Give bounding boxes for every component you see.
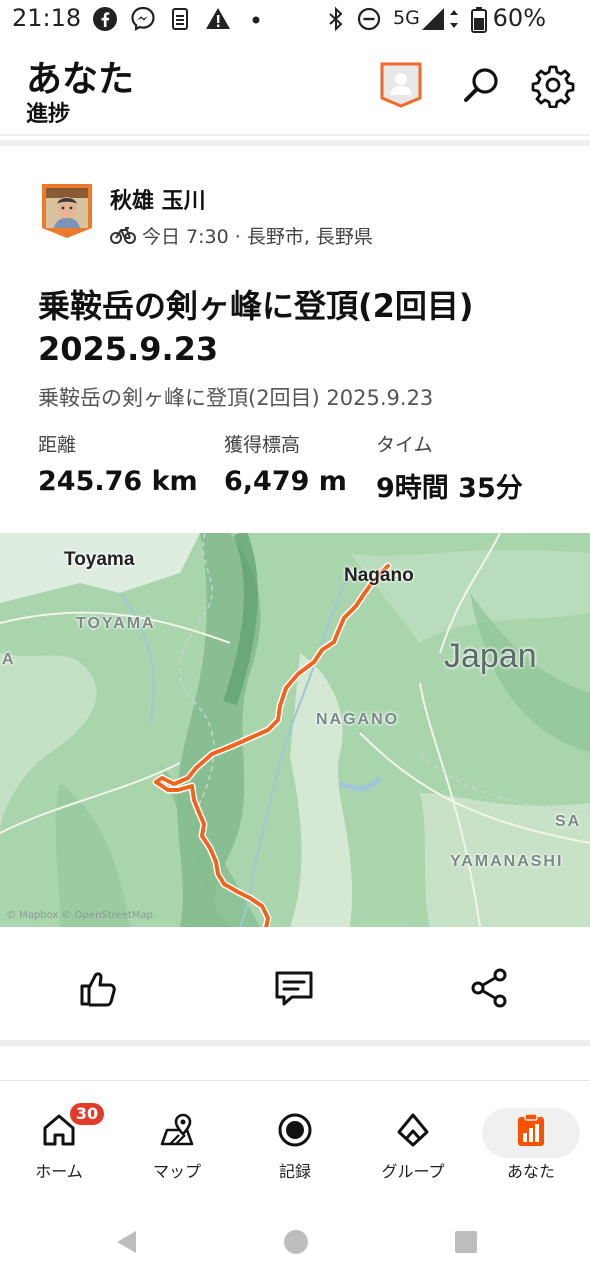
stat-label: タイム [376,434,433,456]
you-icon [518,1113,544,1146]
bluetooth-icon [329,6,343,32]
map-label-yamanashi: YAMANASHI [450,853,564,870]
section-divider [0,140,590,146]
profile-badge-icon[interactable] [380,62,422,108]
nav-label: 記録 [278,1162,311,1181]
map-label-nagano-city: Nagano [344,565,414,586]
map-label-edge: A [2,651,16,668]
map-label-country: Japan [444,637,537,675]
activity-meta: 今日 7:30 · 長野市, 長野県 [110,222,373,248]
stat-label: 距離 [38,434,77,456]
data-arrows-icon [450,10,458,28]
activity-description: 乗鞍岳の剣ヶ峰に登頂(2回目) 2025.9.23 [38,386,434,410]
stat-label: 獲得標高 [224,434,301,456]
nav-divider [0,1080,590,1081]
comment-icon[interactable] [272,966,316,1010]
home-circle-icon[interactable] [283,1229,309,1255]
map-icon [160,1113,194,1146]
page-title: あなた [26,59,135,100]
stat-value: 245.76 km [38,466,198,497]
notification-badge: 30 [68,1101,106,1127]
stat-distance: 距離 245.76 km [38,430,198,497]
gear-icon[interactable] [530,62,576,108]
record-icon [278,1113,312,1147]
sim-card-icon [172,8,188,30]
nav-item-you[interactable]: あなた [481,1100,581,1181]
warning-icon [206,8,230,29]
battery-icon [471,7,487,33]
activity-datetime-location: 今日 7:30 · 長野市, 長野県 [142,225,373,248]
map-label-sa: SA [555,813,582,830]
nav-label: マップ [152,1162,201,1181]
dot-icon [252,16,260,24]
search-icon[interactable] [460,64,504,108]
back-icon[interactable] [114,1229,140,1255]
status-bar: 21:18 5G 60% [0,0,590,40]
status-time: 21:18 [12,4,82,32]
stat-time: タイム 9時間 35分 [376,430,523,505]
stat-elevation: 獲得標高 6,479 m [224,430,347,497]
stat-value: 9時間 35分 [376,473,523,504]
recents-icon[interactable] [454,1230,478,1254]
header-divider [0,134,590,136]
route-map[interactable]: Toyama Nagano TOYAMA NAGANO Japan YAMANA… [0,533,590,927]
groups-icon [397,1113,429,1147]
facebook-icon [93,7,117,31]
nav-label: グループ [381,1162,445,1181]
thumbs-up-icon[interactable] [76,966,120,1010]
map-label-toyama-city: Toyama [64,549,135,570]
battery-level: 60% [492,4,546,32]
nav-item-record[interactable]: 記録 [245,1100,345,1181]
activity-title[interactable]: 乗鞍岳の剣ヶ峰に登頂(2回目) 2025.9.23 [38,285,558,371]
avatar[interactable] [40,182,94,240]
athlete-name[interactable]: 秋雄 玉川 [110,183,206,215]
signal-icon [422,8,444,30]
stat-value: 6,479 m [224,466,347,497]
do-not-disturb-icon [357,7,381,31]
bicycle-icon [110,227,136,244]
map-attribution[interactable]: © Mapbox © OpenStreetMap [6,910,153,921]
network-type: 5G [393,7,420,29]
messenger-icon [131,6,155,31]
nav-item-groups[interactable]: グループ [363,1100,463,1181]
nav-label: ホーム [35,1162,83,1181]
nav-item-map[interactable]: マップ [127,1100,227,1181]
card-divider [0,1040,590,1046]
system-nav-bar [0,1215,590,1275]
nav-label: あなた [506,1162,555,1181]
map-label-nagano-pref: NAGANO [316,711,400,728]
share-icon[interactable] [468,966,512,1010]
page-subtitle: 進捗 [26,102,71,127]
map-label-toyama-pref: TOYAMA [76,615,156,632]
app-header: あなた 進捗 [0,44,590,136]
